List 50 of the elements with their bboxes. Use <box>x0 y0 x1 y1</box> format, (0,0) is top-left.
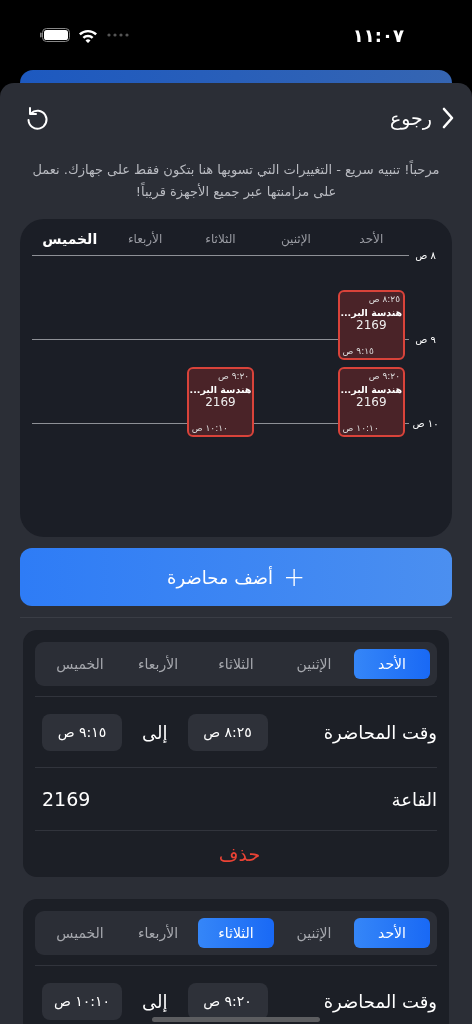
day-label[interactable]: الخميس <box>31 231 108 247</box>
start-time-field[interactable]: ٩:٢٠ ص <box>187 982 268 1020</box>
room-label: القاعة <box>391 788 437 810</box>
room-number: 2169 <box>356 395 387 409</box>
end-time: ١٠:١٠ ص <box>191 423 228 433</box>
start-time-field[interactable]: ٨:٢٥ ص <box>187 713 268 751</box>
time-label: وقت المحاضرة <box>323 721 437 743</box>
add-lecture-button[interactable]: + أضف محاضرة <box>20 548 452 606</box>
day-tab[interactable]: الخميس <box>42 918 118 948</box>
day-tab[interactable]: الإثنين <box>276 649 352 679</box>
day-tab[interactable]: الأربعاء <box>120 649 196 679</box>
back-button[interactable]: رجوع <box>389 107 454 129</box>
signal-icon <box>106 32 130 38</box>
day-tab[interactable]: الثلاثاء <box>198 918 274 948</box>
day-tab[interactable]: الثلاثاء <box>198 649 274 679</box>
day-label[interactable]: الأربعاء <box>107 232 183 246</box>
start-time: ٨:٢٥ ص <box>368 294 400 304</box>
end-time: ٩:١٥ ص <box>342 346 374 356</box>
day-tab[interactable]: الأحد <box>354 649 430 679</box>
chevron-icon <box>442 107 454 129</box>
day-tab[interactable]: الإثنين <box>276 918 352 948</box>
start-time: ٩:٢٠ ص <box>368 371 400 381</box>
day-label[interactable]: الإثنين <box>258 232 334 246</box>
battery-icon <box>40 28 70 42</box>
wifi-icon <box>78 27 98 43</box>
to-label: إلى <box>142 990 168 1012</box>
day-tab[interactable]: الأربعاء <box>120 918 196 948</box>
day-label[interactable]: الثلاثاء <box>182 232 259 246</box>
hour-label: ١٠ ص <box>411 417 440 429</box>
end-time-field[interactable]: ١٠:١٠ ص <box>42 982 122 1020</box>
start-time: ٩:٢٠ ص <box>217 371 250 381</box>
day-tab[interactable]: الأحد <box>354 918 430 948</box>
room-number: 2169 <box>356 318 387 332</box>
hour-label: ٨ ص <box>414 249 437 261</box>
plus-icon: + <box>283 562 305 592</box>
lecture-title: هندسة البر... <box>189 384 252 395</box>
to-label: إلى <box>142 721 168 743</box>
lecture-title: هندسة البر... <box>340 384 403 395</box>
hour-label: ٩ ص <box>414 333 437 345</box>
end-time: ١٠:١٠ ص <box>342 423 379 433</box>
delete-button[interactable]: حذف <box>212 842 267 866</box>
notice-text: مرحباً! تنبيه سريع - التغييرات التي تسويها هنا بتكون فقط على جهازك. نعمل على مزامنتها عبر جميع الأجهزة قريباً! <box>31 159 441 202</box>
room-value: 2169 <box>42 788 91 810</box>
time-label: وقت المحاضرة <box>323 990 437 1012</box>
status-time: ١١:٠٧ <box>352 24 404 46</box>
day-tab[interactable]: الخميس <box>42 649 118 679</box>
room-number: 2169 <box>205 395 236 409</box>
day-label[interactable]: الأحد <box>333 232 409 246</box>
end-time-field[interactable]: ٩:١٥ ص <box>42 713 122 751</box>
lecture-title: هندسة البر... <box>340 307 403 318</box>
